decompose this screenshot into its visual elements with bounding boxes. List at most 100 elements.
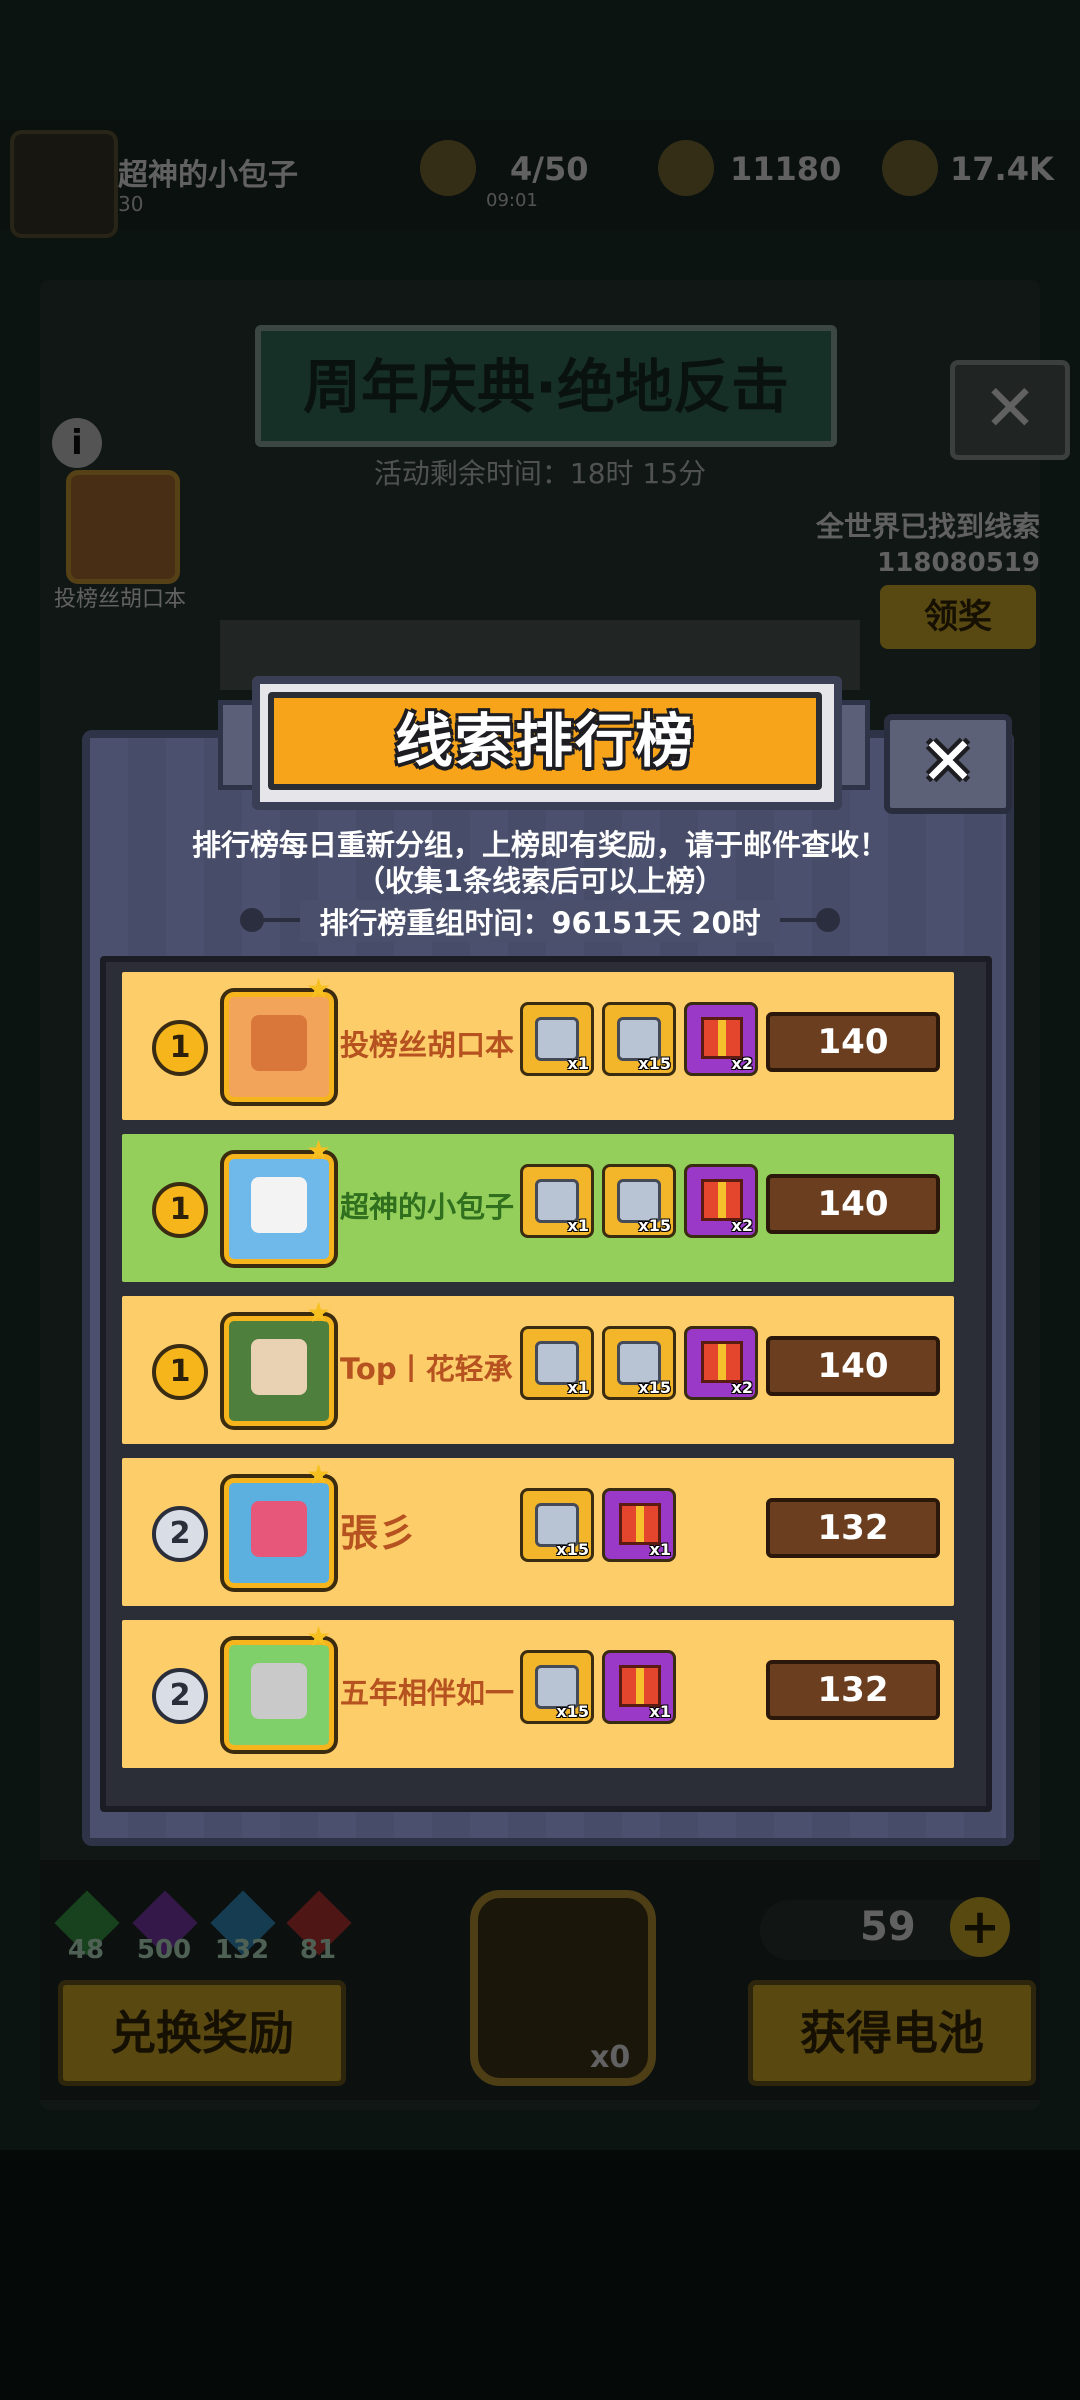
avatar-face [251,1339,307,1395]
player-avatar[interactable] [224,1316,334,1426]
rank-badge: 1 [152,1020,208,1076]
player-avatar[interactable] [224,1640,334,1750]
lock-count: x0 [590,2040,631,2075]
gem-count: 48 [67,1935,105,1965]
info-icon[interactable]: i [52,418,102,468]
get-battery-button[interactable]: 获得电池 [748,1980,1036,2086]
leaderboard-row[interactable]: 2 ★ 張彡 x15 x1 132 [122,1458,954,1606]
coin-counter: 17.4K [950,150,1054,188]
rank-badge: 1 [152,1182,208,1238]
avatar-face [251,1501,307,1557]
event-title: 周年庆典·绝地反击 [302,353,790,421]
reward-quantity: x15 [638,1054,671,1073]
gift-box-icon [619,1665,661,1707]
chest-reward-icon[interactable]: x15 [602,1326,676,1400]
reward-quantity: x2 [731,1378,753,1397]
chest-reward-icon[interactable]: x1 [520,1326,594,1400]
star-icon: ★ [306,972,332,1005]
rules-note: （收集1条线索后可以上榜） [355,864,725,898]
coin-icon [882,140,938,196]
star-icon: ★ [306,1134,332,1167]
clue-score: 132 [766,1660,940,1720]
leaderboard-row[interactable]: 1 ★ 投榜丝胡口本 x1 x15 x2 140 [122,972,954,1120]
world-clues-count: 118080519 [877,548,1040,578]
avatar-face [251,1177,307,1233]
add-battery-button[interactable]: + [950,1897,1010,1957]
battery-count: 59 [860,1904,916,1950]
gold-counter: 11180 [730,150,842,188]
reward-quantity: x15 [556,1702,589,1721]
rank-badge: 2 [152,1668,208,1724]
clue-score: 140 [766,1012,940,1072]
gem-count: 500 [136,1935,192,1965]
player-name: 張彡 [340,1511,417,1555]
reward-quantity: x2 [731,1054,753,1073]
player-name-bg: 超神的小包子 [118,158,298,193]
leaderboard-row[interactable]: 1 ★ 超神的小包子 x1 x15 x2 140 [122,1134,954,1282]
reset-time: 排行榜重组时间：96151天 20时 [300,900,780,942]
player-avatar[interactable] [224,1478,334,1588]
chest-reward-icon[interactable]: x1 [520,1164,594,1238]
reward-quantity: x1 [567,1216,589,1235]
gift-reward-icon[interactable]: x2 [684,1326,758,1400]
player-name: Top丨花轻承 [340,1352,513,1386]
gem-count: 132 [214,1935,270,1965]
reward-quantity: x15 [638,1378,671,1397]
gift-box-icon [619,1503,661,1545]
avatar-face [251,1015,307,1071]
gem-count: 81 [299,1935,337,1965]
reward-quantity: x2 [731,1216,753,1235]
chest-reward-icon[interactable]: x15 [520,1650,594,1724]
clue-score: 132 [766,1498,940,1558]
reward-quantity: x1 [649,1702,671,1721]
world-clues-label: 全世界已找到线索 [815,510,1040,543]
reward-quantity: x1 [649,1540,671,1559]
player-avatar[interactable] [224,992,334,1102]
chest-reward-icon[interactable]: x15 [602,1002,676,1076]
claim-button[interactable]: 领奖 [880,585,1036,649]
gift-reward-icon[interactable]: x1 [602,1488,676,1562]
player-name: 五年相伴如一 [340,1676,515,1710]
gift-box-icon [701,1341,743,1383]
player-name: 投榜丝胡口本 [340,1028,515,1062]
exchange-reward-button[interactable]: 兑换奖励 [58,1980,346,2086]
close-icon-bg[interactable]: ✕ [950,360,1070,460]
modal-title: 线索排行榜 [394,707,695,775]
clue-timer: 09:01 [486,190,538,211]
reward-quantity: x1 [567,1378,589,1397]
divider-dot-left [240,908,264,932]
event-time-remaining: 活动剩余时间：18时 15分 [373,457,707,490]
bottom-navigation [0,2150,1080,2400]
clue-score: 140 [766,1174,940,1234]
gift-box-icon [701,1017,743,1059]
player-avatar[interactable] [224,1154,334,1264]
close-icon[interactable]: ✕ [884,714,1012,814]
gold-icon [658,140,714,196]
rank-badge: 1 [152,1344,208,1400]
top-player-avatar-bg [66,470,180,584]
gift-reward-icon[interactable]: x1 [602,1650,676,1724]
gift-reward-icon[interactable]: x2 [684,1164,758,1238]
rank-badge: 2 [152,1506,208,1562]
player-name: 超神的小包子 [340,1190,515,1224]
gift-box-icon [701,1179,743,1221]
gift-reward-icon[interactable]: x2 [684,1002,758,1076]
chest-reward-icon[interactable]: x15 [602,1164,676,1238]
player-avatar-bg[interactable] [10,130,118,238]
player-level-bg: 30 [118,192,144,216]
avatar-face [251,1663,307,1719]
star-icon: ★ [306,1620,332,1653]
leaderboard-row[interactable]: 2 ★ 五年相伴如一 x15 x1 132 [122,1620,954,1768]
clue-score: 140 [766,1336,940,1396]
chest-reward-icon[interactable]: x15 [520,1488,594,1562]
leaderboard-row[interactable]: 1 ★ Top丨花轻承 x1 x15 x2 140 [122,1296,954,1444]
clue-counter: 4/50 [510,150,589,188]
star-icon: ★ [306,1458,332,1491]
clue-icon [420,140,476,196]
top-player-name-bg: 投榜丝胡口本 [53,587,186,612]
reward-quantity: x1 [567,1054,589,1073]
chest-reward-icon[interactable]: x1 [520,1002,594,1076]
divider-dot-right [816,908,840,932]
reward-quantity: x15 [638,1216,671,1235]
reward-quantity: x15 [556,1540,589,1559]
